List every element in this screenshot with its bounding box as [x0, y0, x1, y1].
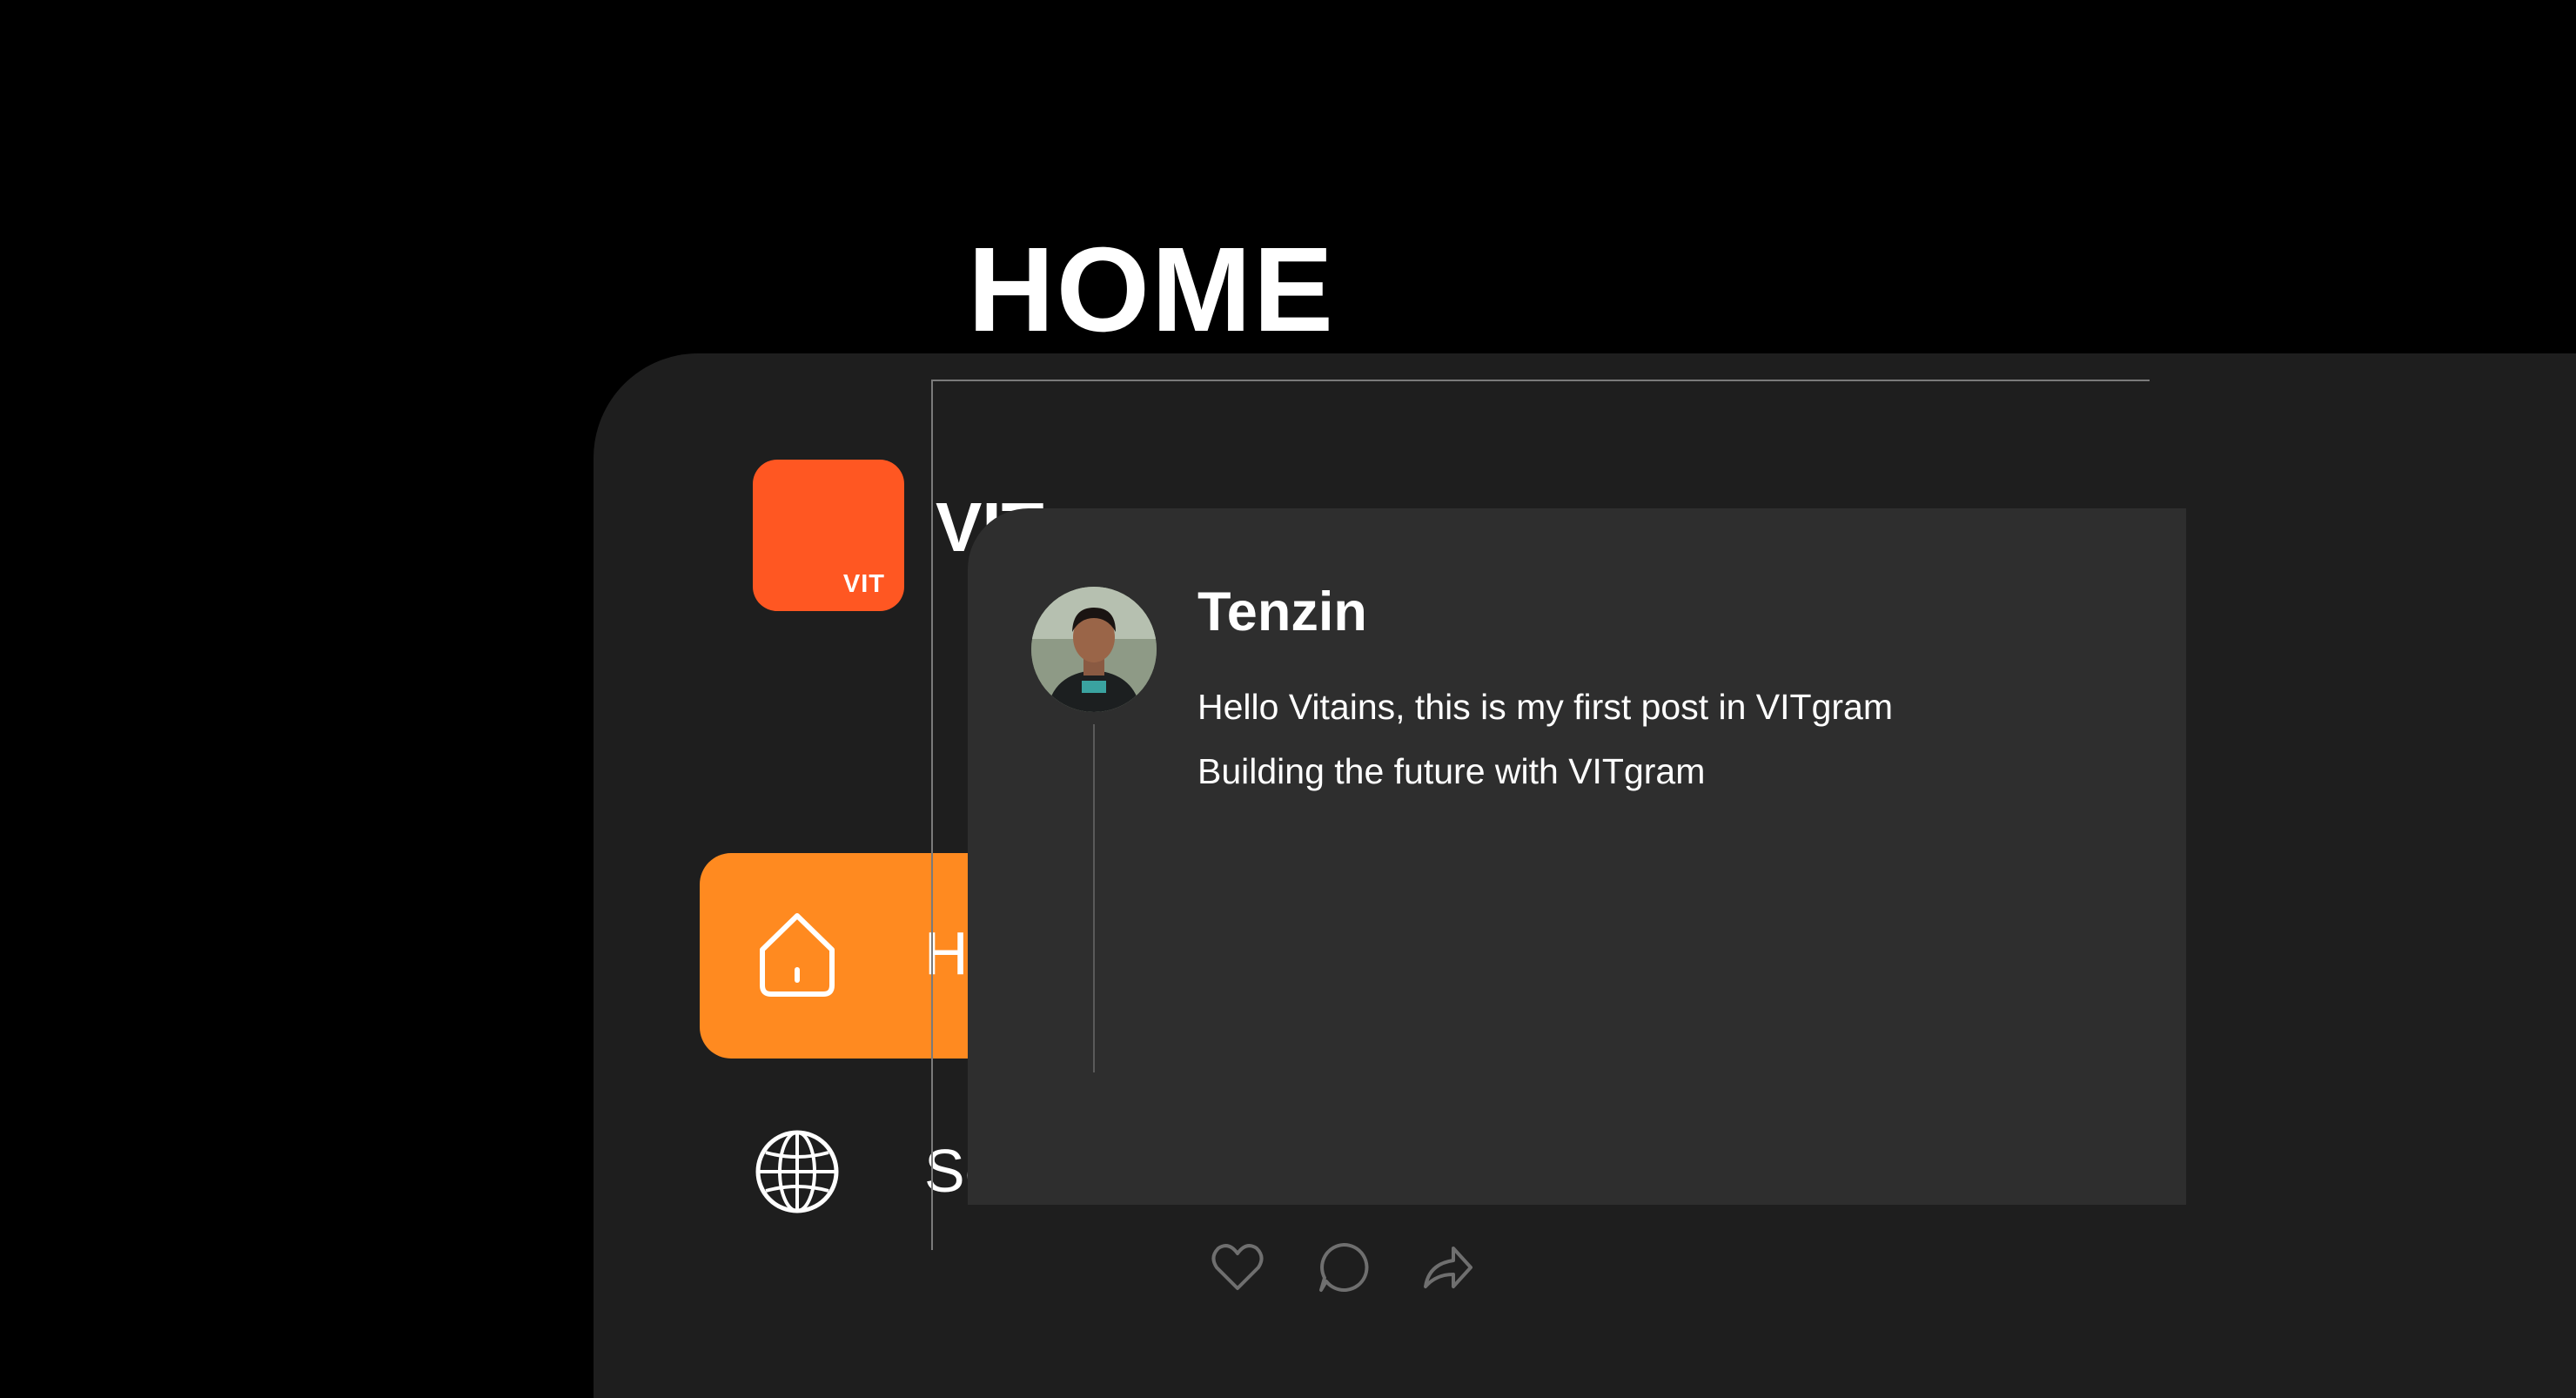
page-title: HOME — [968, 223, 1335, 357]
post-card — [968, 508, 2186, 1205]
brand-logo[interactable]: VIT — [753, 460, 904, 611]
thread-line — [1093, 724, 1095, 1072]
post-text-line: Building the future with VITgram — [1197, 751, 1706, 791]
avatar[interactable] — [1031, 587, 1157, 712]
post-author[interactable]: Tenzin — [1197, 585, 1367, 640]
post-text-line: Hello Vitains, this is my first post in … — [1197, 687, 1893, 727]
heart-icon[interactable] — [1210, 1240, 1265, 1295]
avatar-photo — [1031, 587, 1157, 712]
globe-icon — [755, 1130, 839, 1213]
comment-icon[interactable] — [1316, 1240, 1372, 1295]
home-icon — [760, 913, 835, 997]
share-icon[interactable] — [1419, 1240, 1474, 1295]
brand-logo-text: VIT — [842, 570, 885, 598]
